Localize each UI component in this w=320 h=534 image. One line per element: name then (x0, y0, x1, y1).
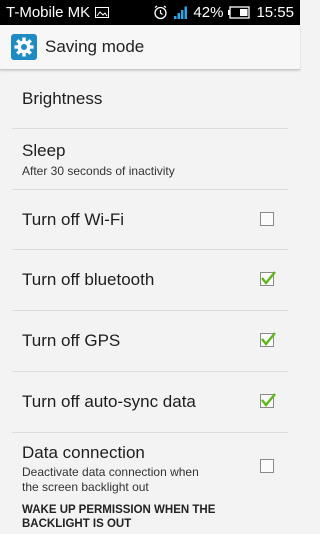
status-bar: T-Mobile MK 42% 15:55 (0, 0, 300, 25)
checkmark-icon (261, 271, 276, 285)
setting-sleep[interactable]: Sleep After 30 seconds of inactivity (12, 129, 288, 190)
section-header-wakeup: WAKE UP PERMISSION WHEN THE BACKLIGHT IS… (22, 503, 272, 531)
section-header-line1: WAKE UP PERMISSION WHEN THE (22, 504, 216, 516)
setting-data-connection[interactable]: Data connection Deactivate data connecti… (12, 433, 288, 501)
checkmark-icon (261, 393, 276, 407)
wifi-checkbox[interactable] (260, 212, 274, 226)
setting-sleep-title: Sleep (22, 141, 66, 160)
setting-autosync[interactable]: Turn off auto-sync data (12, 372, 288, 433)
clock-time: 15:55 (256, 4, 294, 21)
battery-icon (228, 6, 251, 19)
alarm-icon (154, 5, 168, 20)
action-bar: Saving mode (0, 25, 300, 70)
setting-data-connection-subtitle-1: Deactivate data connection when (22, 465, 199, 479)
battery-percent: 42% (193, 4, 224, 21)
gps-checkbox[interactable] (260, 332, 276, 347)
checkmark-icon (261, 332, 276, 346)
settings-gear-icon[interactable] (11, 34, 37, 60)
image-icon (95, 7, 110, 18)
autosync-checkbox[interactable] (260, 393, 276, 408)
setting-autosync-title: Turn off auto-sync data (22, 392, 196, 411)
setting-wifi[interactable]: Turn off Wi-Fi (12, 190, 288, 250)
setting-gps-title: Turn off GPS (22, 331, 121, 350)
page-title: Saving mode (45, 37, 145, 56)
setting-bluetooth[interactable]: Turn off bluetooth (12, 250, 288, 311)
signal-icon (174, 6, 188, 19)
setting-gps[interactable]: Turn off GPS (12, 311, 288, 372)
data-connection-checkbox[interactable] (260, 459, 274, 473)
setting-data-connection-subtitle-2: the screen backlight out (22, 480, 149, 494)
setting-brightness-title: Brightness (22, 89, 103, 108)
section-header-line2: BACKLIGHT IS OUT (22, 518, 132, 530)
setting-data-connection-title: Data connection (22, 443, 145, 462)
carrier-name: T-Mobile MK (6, 4, 91, 21)
setting-bluetooth-title: Turn off bluetooth (22, 270, 155, 289)
bluetooth-checkbox[interactable] (260, 271, 276, 286)
settings-list: Brightness Sleep After 30 seconds of ina… (0, 70, 300, 501)
setting-wifi-title: Turn off Wi-Fi (22, 210, 125, 229)
setting-brightness[interactable]: Brightness (12, 70, 288, 129)
setting-sleep-subtitle: After 30 seconds of inactivity (22, 164, 175, 178)
